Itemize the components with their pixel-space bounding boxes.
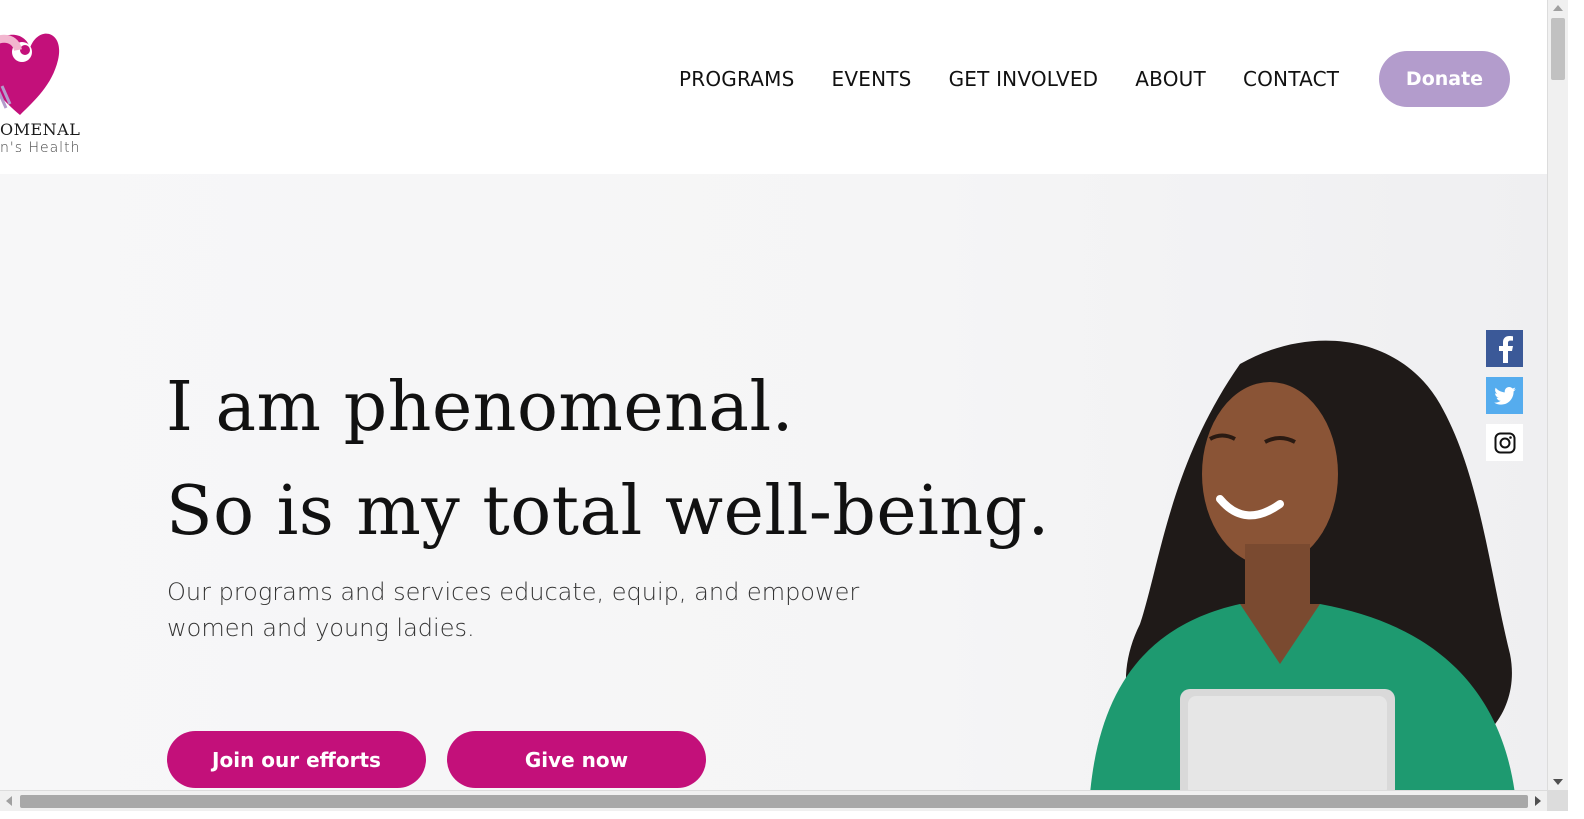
scroll-up-arrow-icon[interactable] — [1553, 5, 1563, 11]
vertical-scroll-thumb[interactable] — [1551, 18, 1565, 80]
hero-section: I am phenomenal. So is my total well-bei… — [0, 174, 1547, 790]
nav-programs[interactable]: PROGRAMS — [679, 62, 795, 96]
nav-get-involved[interactable]: GET INVOLVED — [949, 62, 1099, 96]
window-edge-bottom — [0, 811, 1584, 819]
hero-subtext: Our programs and services educate, equip… — [167, 578, 860, 642]
nav-contact[interactable]: CONTACT — [1243, 62, 1339, 96]
scroll-right-arrow-icon[interactable] — [1535, 796, 1541, 806]
nav-events[interactable]: EVENTS — [832, 62, 912, 96]
social-bar — [1486, 330, 1523, 471]
vertical-scrollbar[interactable] — [1547, 0, 1568, 790]
scroll-down-arrow-icon[interactable] — [1553, 779, 1563, 785]
hero-headline-line2: So is my total well-being. — [166, 472, 1050, 551]
horizontal-scroll-thumb[interactable] — [20, 795, 1528, 808]
join-efforts-button[interactable]: Join our efforts — [167, 731, 426, 788]
page-viewport: OMENAL n's Health PROGRAMS EVENTS GET IN… — [0, 0, 1547, 790]
scroll-left-arrow-icon[interactable] — [6, 796, 12, 806]
logo-text-line2: n's Health — [0, 140, 81, 156]
hero-photo — [1090, 340, 1515, 790]
donate-button[interactable]: Donate — [1379, 51, 1510, 107]
main-nav: PROGRAMS EVENTS GET INVOLVED ABOUT CONTA… — [679, 62, 1376, 96]
instagram-icon[interactable] — [1486, 424, 1523, 461]
hero-headline: I am phenomenal. So is my total well-bei… — [166, 356, 1050, 564]
site-header: OMENAL n's Health PROGRAMS EVENTS GET IN… — [0, 0, 1547, 174]
nav-about[interactable]: ABOUT — [1135, 62, 1206, 96]
facebook-icon[interactable] — [1486, 330, 1523, 367]
scrollbar-corner — [1547, 790, 1568, 811]
site-logo[interactable]: OMENAL n's Health — [0, 0, 90, 174]
twitter-icon[interactable] — [1486, 377, 1523, 414]
logo-text-line1: OMENAL — [0, 120, 81, 139]
give-now-button[interactable]: Give now — [447, 731, 706, 788]
hero-headline-line1: I am phenomenal. — [166, 368, 794, 447]
window-edge-right — [1568, 0, 1584, 819]
horizontal-scrollbar[interactable] — [0, 790, 1547, 811]
logo-heart-icon — [0, 33, 60, 115]
